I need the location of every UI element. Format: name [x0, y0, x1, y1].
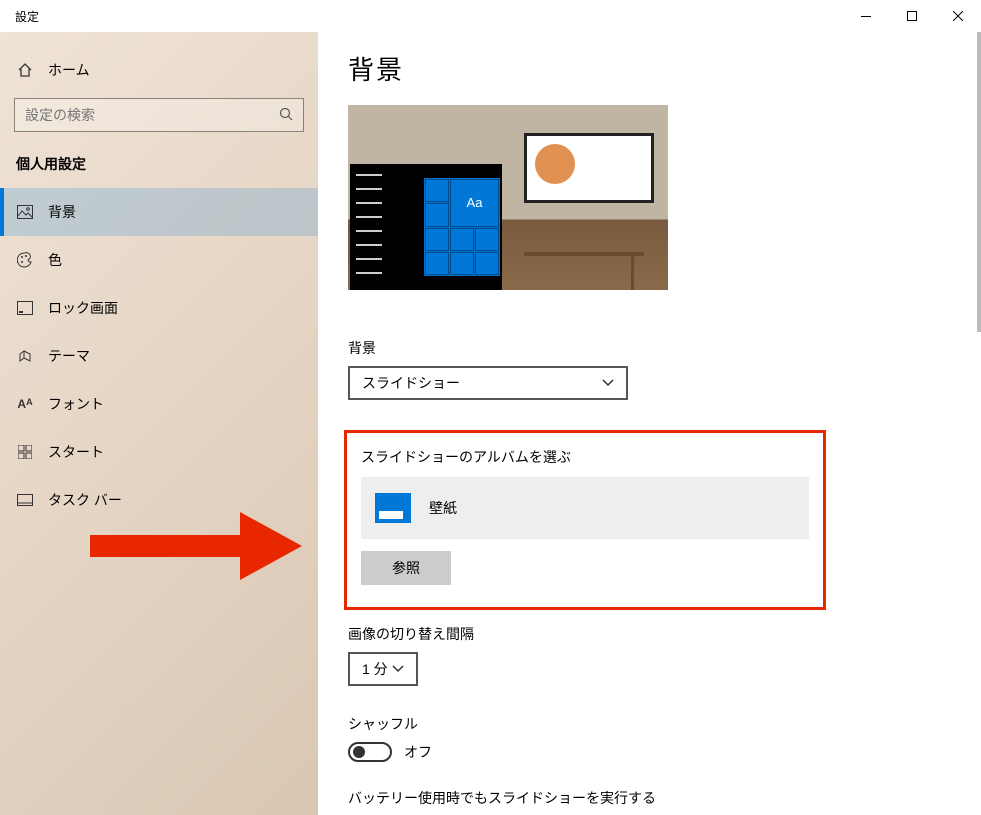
window-controls — [843, 0, 981, 32]
window-title: 設定 — [15, 8, 39, 25]
folder-icon — [375, 493, 411, 523]
sidebar: ホーム 個人用設定 背景 色 ロック画面 テーマ AA フォント — [0, 32, 318, 815]
shuffle-toggle[interactable] — [348, 742, 392, 762]
battery-label: バッテリー使用時でもスライドショーを実行する — [348, 788, 951, 808]
font-icon: AA — [16, 397, 34, 411]
album-name: 壁紙 — [429, 498, 457, 518]
sidebar-item-label: テーマ — [48, 346, 90, 366]
search-box[interactable] — [14, 98, 304, 132]
sidebar-category: 個人用設定 — [0, 154, 318, 188]
annotation-arrow — [90, 507, 305, 592]
background-select-value: スライドショー — [362, 373, 460, 393]
picture-icon — [16, 205, 34, 219]
background-select[interactable]: スライドショー — [348, 366, 628, 400]
sidebar-item-themes[interactable]: テーマ — [0, 332, 318, 380]
palette-icon — [16, 252, 34, 268]
close-button[interactable] — [935, 0, 981, 32]
interval-select[interactable]: 1 分 — [348, 652, 418, 686]
album-entry[interactable]: 壁紙 — [361, 477, 809, 539]
home-button[interactable]: ホーム — [0, 50, 318, 90]
sidebar-item-fonts[interactable]: AA フォント — [0, 380, 318, 428]
interval-value: 1 分 — [362, 659, 388, 679]
sidebar-item-label: ロック画面 — [48, 298, 118, 318]
titlebar: 設定 — [0, 0, 981, 32]
page-title: 背景 — [348, 50, 951, 87]
sidebar-item-start[interactable]: スタート — [0, 428, 318, 476]
shuffle-state: オフ — [404, 742, 432, 762]
start-icon — [16, 445, 34, 459]
home-icon — [16, 62, 34, 78]
scrollbar[interactable] — [977, 32, 981, 332]
highlight-box: スライドショーのアルバムを選ぶ 壁紙 参照 — [344, 430, 826, 610]
chevron-down-icon — [392, 662, 404, 676]
taskbar-icon — [16, 494, 34, 506]
album-label: スライドショーのアルバムを選ぶ — [361, 447, 809, 467]
sidebar-item-background[interactable]: 背景 — [0, 188, 318, 236]
chevron-down-icon — [602, 376, 614, 390]
sidebar-item-label: 背景 — [48, 202, 76, 222]
sidebar-item-label: フォント — [48, 394, 104, 414]
interval-label: 画像の切り替え間隔 — [348, 624, 951, 644]
content-area: 背景 Aa 背景 スライドショー スライドショーのアルバムを選ぶ — [318, 32, 981, 815]
sidebar-item-lockscreen[interactable]: ロック画面 — [0, 284, 318, 332]
browse-button[interactable]: 参照 — [361, 551, 451, 585]
sidebar-item-label: スタート — [48, 442, 104, 462]
search-icon — [279, 107, 293, 124]
home-label: ホーム — [48, 60, 90, 80]
minimize-button[interactable] — [843, 0, 889, 32]
preview-tile-aa: Aa — [450, 179, 499, 227]
theme-icon — [16, 348, 34, 364]
sidebar-item-colors[interactable]: 色 — [0, 236, 318, 284]
shuffle-label: シャッフル — [348, 714, 951, 734]
background-label: 背景 — [348, 338, 951, 358]
maximize-button[interactable] — [889, 0, 935, 32]
sidebar-item-label: 色 — [48, 250, 62, 270]
lock-screen-icon — [16, 301, 34, 315]
desktop-preview: Aa — [348, 105, 668, 290]
search-input[interactable] — [25, 107, 279, 123]
